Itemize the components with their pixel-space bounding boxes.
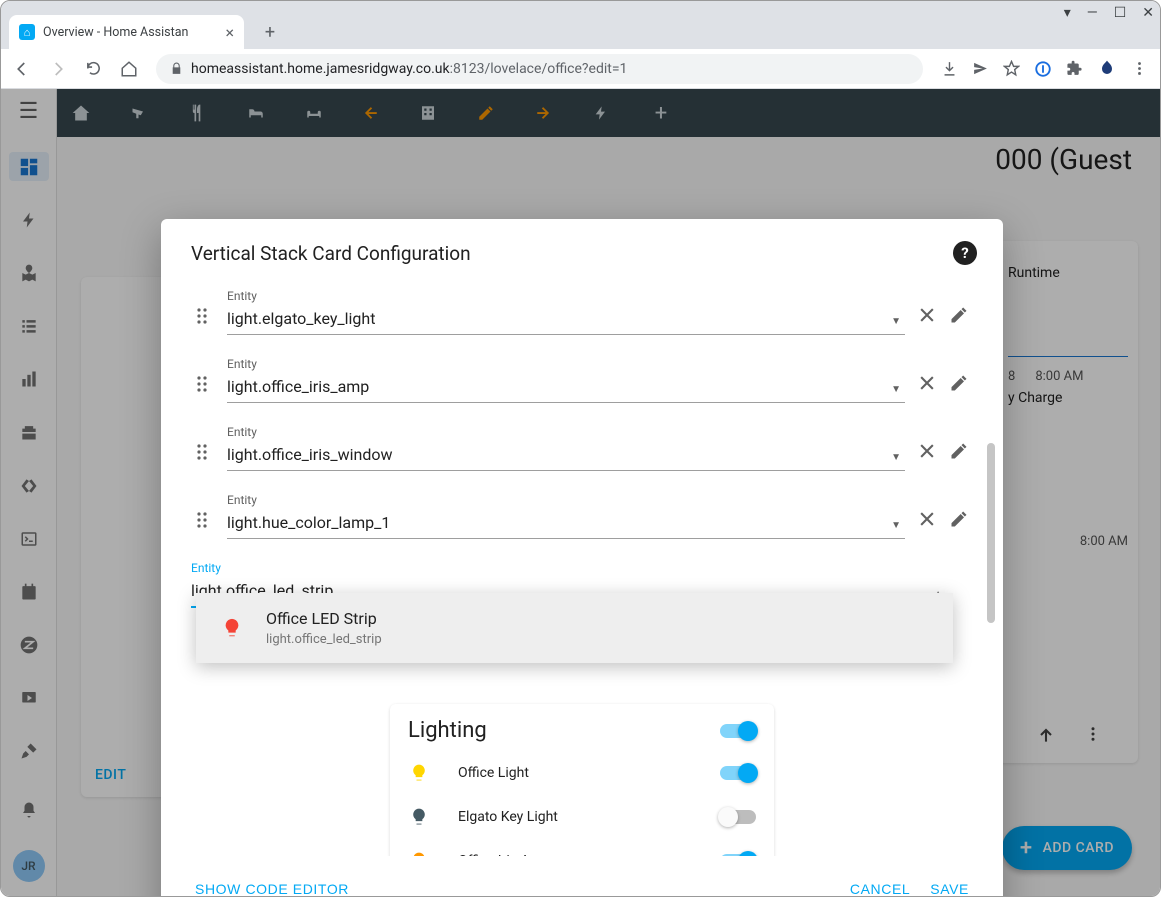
window-controls: ▾ — ☐ ✕ bbox=[1064, 5, 1154, 21]
url-rest: :8123/lovelace/office?edit=1 bbox=[450, 61, 628, 77]
browser-tab[interactable]: ⌂ Overview - Home Assistan × bbox=[9, 15, 244, 49]
chevron-down-icon[interactable]: ▼ bbox=[891, 384, 901, 395]
browser-window: ⌂ Overview - Home Assistan × + ▾ — ☐ ✕ h… bbox=[0, 0, 1161, 897]
entity-label: Entity bbox=[191, 561, 947, 575]
home-icon[interactable] bbox=[120, 60, 138, 78]
preview-lighting-card: Lighting Office Light Elgato Key Light O… bbox=[390, 704, 774, 856]
entity-input[interactable] bbox=[227, 441, 905, 471]
reload-icon[interactable] bbox=[85, 60, 102, 77]
close-tab-icon[interactable]: × bbox=[225, 23, 234, 42]
tab-dropdown-icon[interactable]: ▾ bbox=[1064, 5, 1071, 21]
card-config-dialog: Vertical Stack Card Configuration ? Enti… bbox=[161, 219, 1003, 897]
toggle-switch[interactable] bbox=[720, 810, 756, 824]
edit-entity-icon[interactable] bbox=[949, 305, 969, 335]
chevron-down-icon[interactable]: ▼ bbox=[891, 452, 901, 463]
star-icon[interactable] bbox=[1003, 60, 1020, 77]
autocomplete-dropdown: Office LED Strip light.office_led_strip bbox=[196, 593, 953, 663]
remove-entity-icon[interactable] bbox=[917, 305, 937, 335]
preview-row-name: Office Iris Amp bbox=[458, 853, 692, 856]
entity-label: Entity bbox=[227, 425, 905, 439]
remove-entity-icon[interactable] bbox=[917, 441, 937, 471]
lightbulb-icon bbox=[408, 763, 430, 783]
maximize-icon[interactable]: ☐ bbox=[1114, 5, 1127, 21]
entity-label: Entity bbox=[227, 289, 905, 303]
ext-custom-icon[interactable] bbox=[1097, 59, 1117, 79]
autocomplete-secondary: light.office_led_strip bbox=[266, 632, 382, 647]
kebab-menu-icon[interactable] bbox=[1131, 60, 1148, 77]
minimize-icon[interactable]: — bbox=[1087, 5, 1098, 21]
autocomplete-primary: Office LED Strip bbox=[266, 609, 382, 628]
entity-row: Entity ▼ bbox=[195, 289, 969, 335]
entity-input[interactable] bbox=[227, 305, 905, 335]
lightbulb-icon bbox=[220, 616, 244, 640]
scrollbar[interactable] bbox=[987, 443, 995, 623]
send-icon[interactable] bbox=[972, 60, 989, 77]
edit-entity-icon[interactable] bbox=[949, 441, 969, 471]
close-window-icon[interactable]: ✕ bbox=[1142, 5, 1154, 21]
dialog-footer: SHOW CODE EDITOR CANCEL SAVE bbox=[161, 856, 1003, 897]
remove-entity-icon[interactable] bbox=[917, 509, 937, 539]
new-tab-button[interactable]: + bbox=[256, 18, 284, 46]
entity-label: Entity bbox=[227, 357, 905, 371]
entity-input[interactable] bbox=[227, 509, 905, 539]
preview-row: Office Light bbox=[408, 751, 756, 795]
save-button[interactable]: SAVE bbox=[920, 875, 979, 897]
preview-row-name: Elgato Key Light bbox=[458, 809, 692, 825]
tab-title: Overview - Home Assistan bbox=[43, 25, 188, 40]
toggle-switch[interactable] bbox=[720, 766, 756, 780]
back-icon[interactable] bbox=[13, 60, 31, 78]
entity-row: Entity ▼ bbox=[195, 425, 969, 471]
entity-label: Entity bbox=[227, 493, 905, 507]
tab-strip: ⌂ Overview - Home Assistan × + ▾ — ☐ ✕ bbox=[1, 1, 1160, 49]
dialog-title: Vertical Stack Card Configuration bbox=[191, 242, 471, 265]
preview-title: Lighting bbox=[408, 718, 487, 743]
cancel-button[interactable]: CANCEL bbox=[840, 875, 920, 897]
edit-entity-icon[interactable] bbox=[949, 509, 969, 539]
toggle-switch[interactable] bbox=[720, 854, 756, 856]
autocomplete-option[interactable]: Office LED Strip light.office_led_strip bbox=[196, 593, 953, 663]
edit-entity-icon[interactable] bbox=[949, 373, 969, 403]
drag-handle-icon[interactable] bbox=[195, 307, 215, 335]
ext-1password-icon[interactable] bbox=[1034, 60, 1052, 78]
ha-app: + ☰ JR EDIT 000 (Guest bbox=[1, 89, 1160, 896]
show-code-editor-button[interactable]: SHOW CODE EDITOR bbox=[185, 875, 359, 897]
lightbulb-icon bbox=[408, 851, 430, 856]
lightbulb-icon bbox=[408, 807, 430, 827]
entity-input[interactable] bbox=[227, 373, 905, 403]
chevron-down-icon[interactable]: ▼ bbox=[891, 520, 901, 531]
preview-row-name: Office Light bbox=[458, 765, 692, 781]
address-bar: homeassistant.home.jamesridgway.co.uk:81… bbox=[1, 49, 1160, 89]
toggle-all[interactable] bbox=[720, 724, 756, 738]
install-icon[interactable] bbox=[941, 60, 958, 77]
extensions-icon[interactable] bbox=[1066, 60, 1083, 77]
url-host: homeassistant.home.jamesridgway.co.uk bbox=[191, 61, 450, 77]
drag-handle-icon[interactable] bbox=[195, 511, 215, 539]
entity-row: Entity ▼ bbox=[195, 493, 969, 539]
preview-row: Elgato Key Light bbox=[408, 795, 756, 839]
chevron-down-icon[interactable]: ▼ bbox=[891, 316, 901, 327]
entity-row: Entity ▼ bbox=[195, 357, 969, 403]
drag-handle-icon[interactable] bbox=[195, 375, 215, 403]
help-icon[interactable]: ? bbox=[953, 241, 977, 265]
favicon-ha-icon: ⌂ bbox=[19, 24, 35, 40]
url-input[interactable]: homeassistant.home.jamesridgway.co.uk:81… bbox=[156, 54, 923, 84]
remove-entity-icon[interactable] bbox=[917, 373, 937, 403]
forward-icon bbox=[49, 60, 67, 78]
lock-icon bbox=[170, 62, 183, 75]
preview-row: Office Iris Amp bbox=[408, 839, 756, 856]
drag-handle-icon[interactable] bbox=[195, 443, 215, 471]
